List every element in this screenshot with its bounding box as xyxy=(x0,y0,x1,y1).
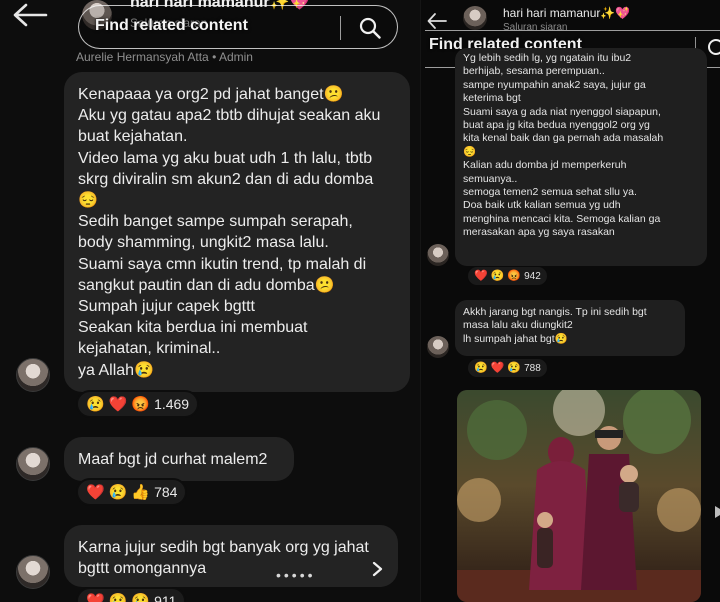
sender-avatar[interactable] xyxy=(16,555,50,589)
sender-avatar[interactable] xyxy=(16,447,50,481)
family-photo-illustration xyxy=(457,390,701,602)
reaction-emoji: 😢 xyxy=(507,361,522,374)
reaction-emoji: ❤️ xyxy=(474,269,488,282)
message-line: Doa baik utk kalian semua yg udh xyxy=(463,199,621,212)
message-line: masa lalu aku diungkit2 xyxy=(463,319,573,332)
reaction-emoji: ❤️ xyxy=(108,395,128,413)
message-line: lh sumpah jahat bgt😢 xyxy=(463,332,568,345)
message-line: Sedih banget sampe sumpah serapah, xyxy=(78,213,353,231)
message-line: Seakan kita berdua ini membuat xyxy=(78,319,308,337)
back-arrow-icon[interactable] xyxy=(12,2,48,28)
message-line: body shamming, ungkit2 masa lalu. xyxy=(78,234,329,252)
message-line: buat kejahatan. xyxy=(78,128,188,146)
channel-title: hari hari mamanur✨💖 xyxy=(503,6,631,20)
reaction-emoji: ❤️ xyxy=(86,483,105,501)
search-placeholder: Find related content xyxy=(95,17,248,34)
message-line: menghina mencaci kita. Semoga kalian ga xyxy=(463,212,661,225)
message-line: Yg lebih sedih lg, yg ngatain itu ibu2 xyxy=(463,52,632,64)
reaction-emoji: 😢 xyxy=(490,269,505,282)
message-line: buat apa jg kita bedua nyenggol2 org yg xyxy=(463,119,650,132)
message-line: sampe nyumpahin anak2 saya, jujur ga xyxy=(463,78,646,91)
message-bubble[interactable]: Maaf bgt jd curhat malem2 xyxy=(64,437,294,481)
left-chat-panel: hari hari mamanur✨💖 Saluran siaran Find … xyxy=(0,0,420,602)
back-arrow-icon[interactable] xyxy=(427,12,447,30)
message-line: Video lama yg aku buat udh 1 th lalu, tb… xyxy=(78,149,373,167)
reaction-pill[interactable]: 😢 ❤️ 😡 1.469 xyxy=(76,390,200,418)
message-line: berhijab, sesama perempuan.. xyxy=(463,65,605,78)
reaction-count: 942 xyxy=(524,270,541,282)
message-line: 😔 xyxy=(463,145,477,158)
message-line: Akkh jarang bgt nangis. Tp ini sedih bgt xyxy=(463,306,647,318)
reaction-count: 1.469 xyxy=(154,396,190,412)
sender-avatar[interactable] xyxy=(427,244,449,266)
message-line: ya Allah😢 xyxy=(78,361,154,379)
message-line: Aku yg gatau apa2 tbtb dihujat seakan ak… xyxy=(78,107,381,125)
reaction-pill[interactable]: 😢 ❤️ 😢 788 xyxy=(467,358,548,378)
message-line: Suami saya cmn ikutin trend, tp malah di xyxy=(78,255,367,273)
reaction-emoji: ❤️ xyxy=(86,592,105,602)
message-line: semuanya.. xyxy=(463,172,518,185)
message-bubble[interactable]: Karna jujur sedih bgt banyak org yg jaha… xyxy=(64,525,398,587)
reaction-emoji: 😢 xyxy=(86,395,105,413)
message-line: semoga temen2 semua sehat sllu ya. xyxy=(463,186,637,199)
message-bubble[interactable]: Akkh jarang bgt nangis. Tp ini sedih bgt… xyxy=(455,300,685,356)
shared-photo[interactable] xyxy=(457,390,701,602)
message-bubble[interactable]: Yg lebih sedih lg, yg ngatain itu ibu2 b… xyxy=(455,48,707,266)
message-line: Suami saya g ada niat nyenggol siapapun, xyxy=(463,105,661,118)
reaction-pill[interactable]: ❤️ 😢 😡 942 xyxy=(467,266,548,286)
reaction-count: 784 xyxy=(154,484,178,500)
chevron-right-icon[interactable] xyxy=(370,561,384,577)
reaction-emoji: 😢 xyxy=(474,361,488,374)
reaction-emoji: 😢 xyxy=(108,483,128,501)
reaction-emoji: 😢 xyxy=(108,592,128,602)
message-line: keterima bgt xyxy=(463,92,521,105)
carousel-dots[interactable]: ••••• xyxy=(276,565,316,586)
message-line: 😔 xyxy=(78,192,98,210)
message-line: bgttt omongannya xyxy=(78,560,207,578)
message-line: Sumpah jujur capek bgttt xyxy=(78,298,255,316)
reaction-pill[interactable]: ❤️ 😢 👍 784 xyxy=(76,478,188,506)
reaction-pill[interactable]: ❤️ 😢 😢 911 xyxy=(76,587,187,602)
search-icon[interactable] xyxy=(707,38,720,58)
message-line: sangkut pautin dan di adu domba😕 xyxy=(78,276,335,294)
message-line: skrg diviralin sm akun2 dan di adu domba xyxy=(78,170,374,188)
reaction-count: 911 xyxy=(154,593,177,602)
message-line: kejahatan, kriminal.. xyxy=(78,340,221,358)
message-line: Kenapaaa ya org2 pd jahat banget😕 xyxy=(78,86,344,103)
sender-avatar[interactable] xyxy=(16,358,50,392)
message-bubble[interactable]: Kenapaaa ya org2 pd jahat banget😕 Aku yg… xyxy=(64,72,410,392)
reaction-emoji: 😡 xyxy=(131,395,151,413)
reaction-count: 788 xyxy=(524,362,541,374)
reaction-emoji: ❤️ xyxy=(490,361,505,374)
channel-avatar[interactable] xyxy=(463,6,487,30)
search-bar[interactable]: Find related content xyxy=(78,5,398,49)
message-line: Karna jujur sedih bgt banyak org yg jaha… xyxy=(78,539,369,556)
search-divider xyxy=(340,16,341,40)
message-line: kita kenal baik dan ga pernah ada masala… xyxy=(463,132,664,145)
right-chat-panel: hari hari mamanur✨💖 Saluran siaran Find … xyxy=(420,0,720,602)
sender-admin-label: Aurelie Hermansyah Atta • Admin xyxy=(76,50,253,64)
message-line: merasakan apa yg saya rasakan xyxy=(463,226,615,239)
forward-icon[interactable] xyxy=(711,500,720,524)
reaction-emoji: 👍 xyxy=(131,483,151,501)
reaction-emoji: 😢 xyxy=(131,592,151,602)
message-text: Maaf bgt jd curhat malem2 xyxy=(78,451,268,468)
sender-avatar[interactable] xyxy=(427,336,449,358)
message-line: Kalian adu domba jd memperkeruh xyxy=(463,159,627,172)
search-icon[interactable] xyxy=(359,17,381,39)
reaction-emoji: 😡 xyxy=(507,269,522,282)
